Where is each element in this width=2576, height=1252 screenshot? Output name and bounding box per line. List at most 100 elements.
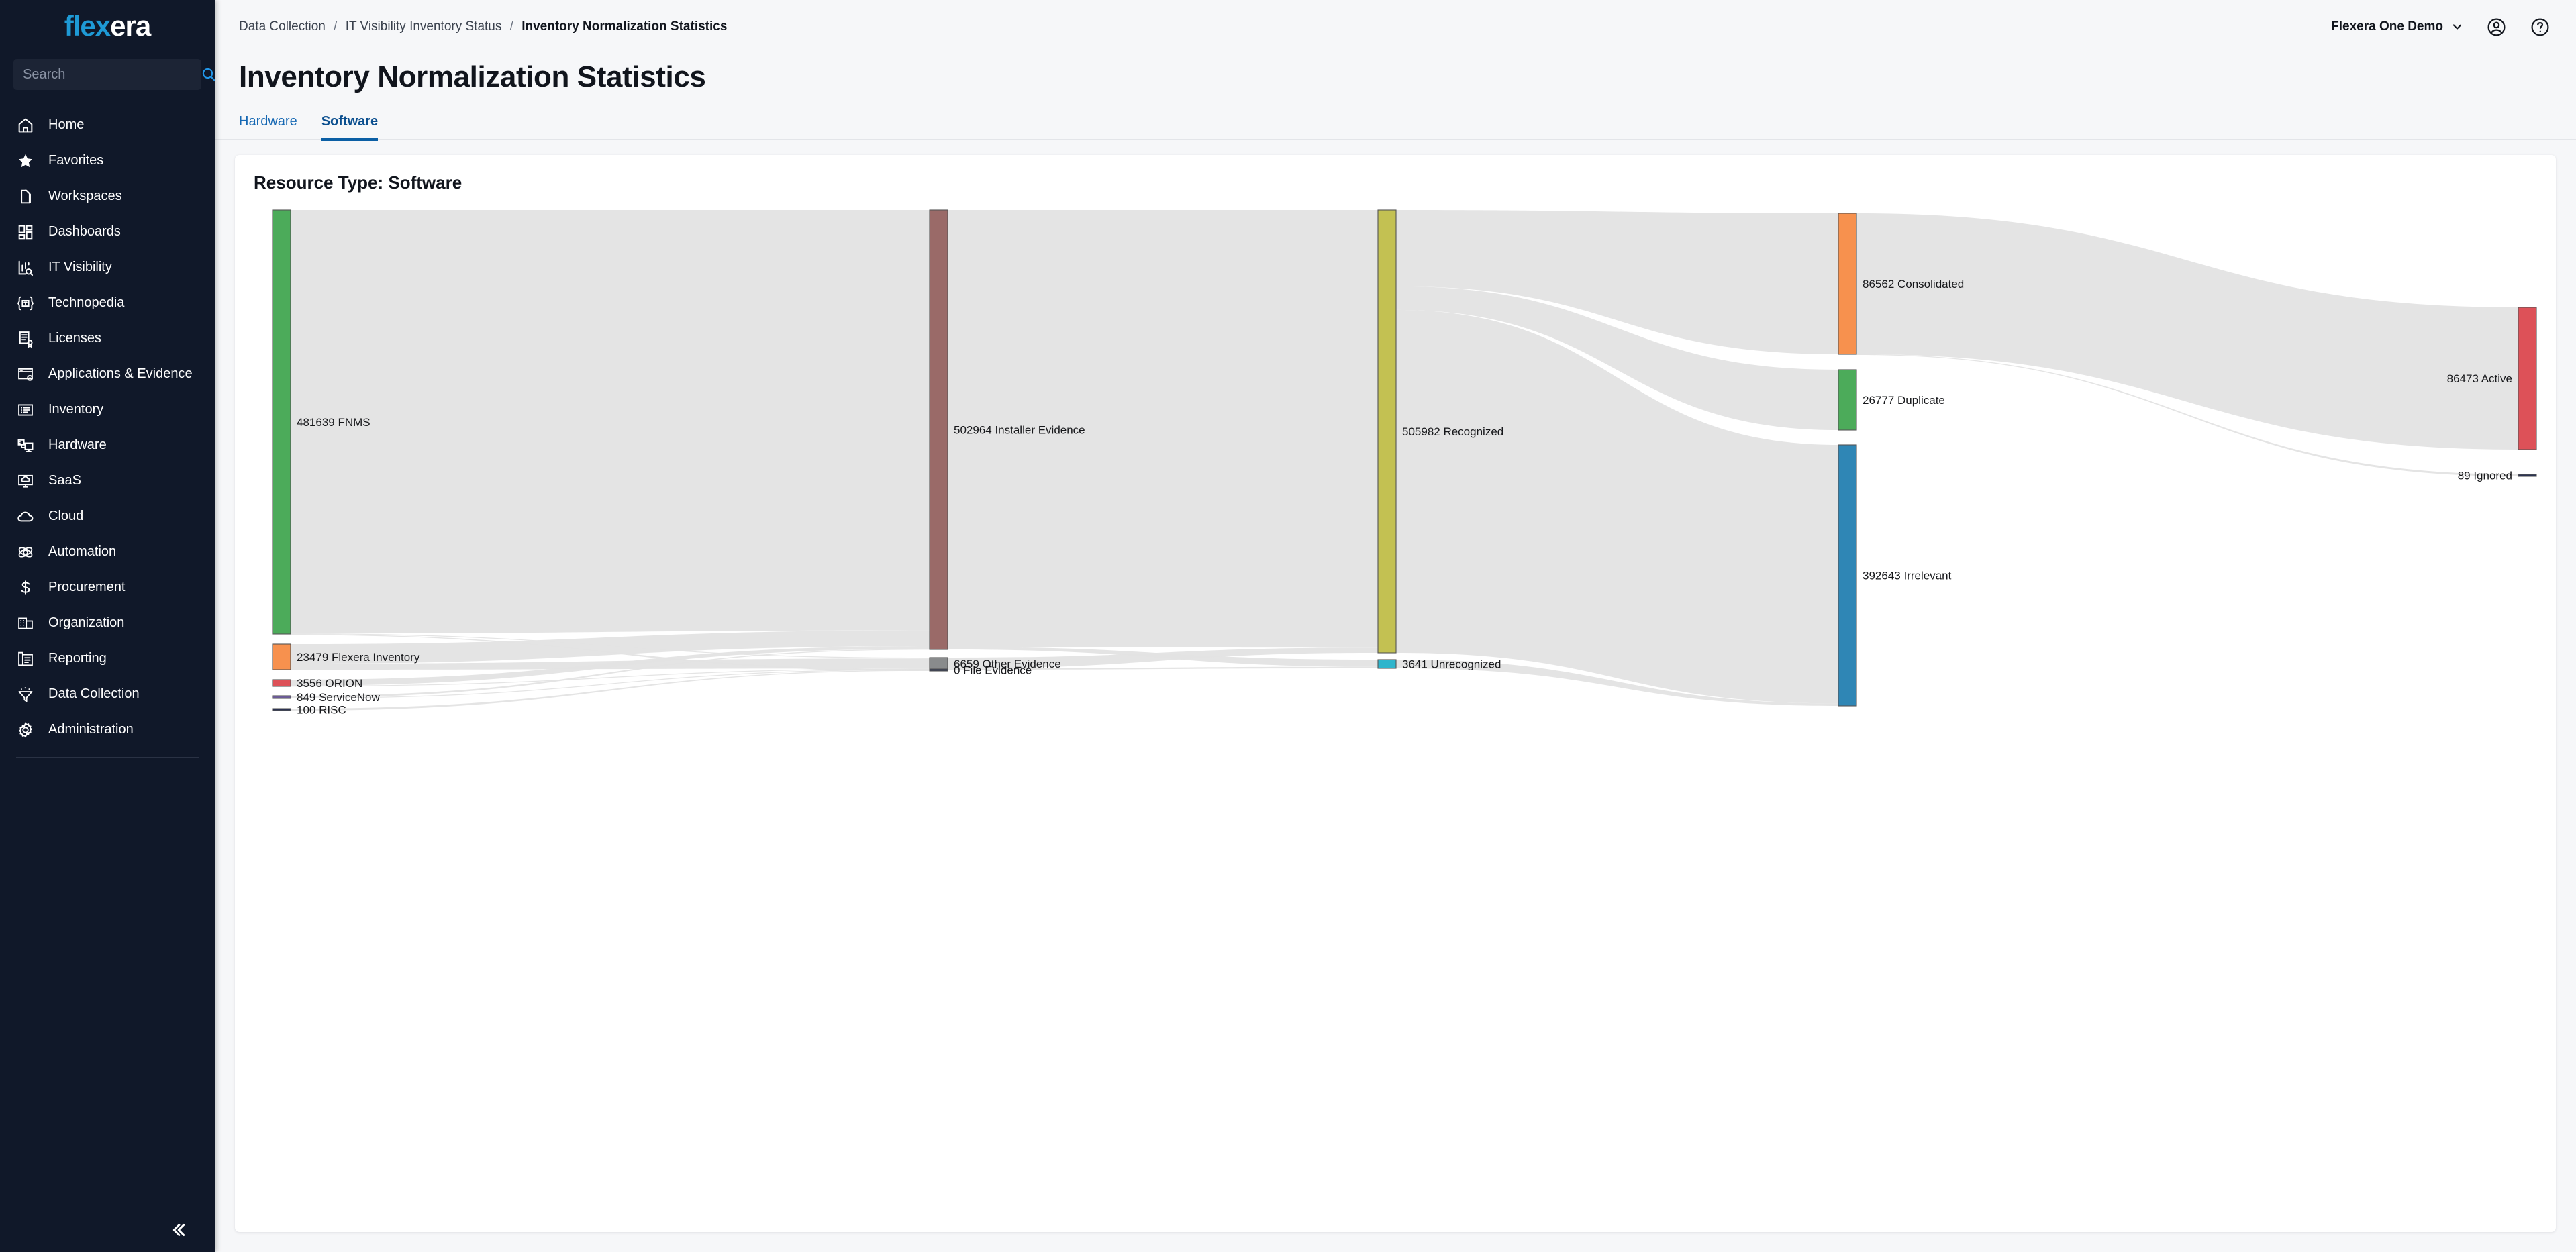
- sidebar-item-it-visibility[interactable]: IT Visibility: [0, 250, 215, 285]
- breadcrumb-item-current: Inventory Normalization Statistics: [522, 19, 728, 34]
- sidebar-item-home[interactable]: Home: [0, 107, 215, 143]
- chart-search-icon: [16, 258, 35, 277]
- gear-icon: [16, 721, 35, 739]
- layers-icon: [16, 187, 35, 206]
- sidebar-item-label: SaaS: [48, 473, 81, 488]
- search-input[interactable]: [23, 66, 201, 83]
- sidebar-item-data-collection[interactable]: Data Collection: [0, 676, 215, 712]
- sidebar-item-label: Cloud: [48, 509, 84, 523]
- sankey-node-label-dup: 26777 Duplicate: [1863, 394, 1945, 407]
- sidebar-item-saas[interactable]: SaaS: [0, 463, 215, 499]
- sankey-node-unrecog[interactable]: [1377, 659, 1397, 669]
- sankey-node-label-installer: 502964 Installer Evidence: [954, 424, 1085, 437]
- brand-part-2: era: [110, 10, 151, 42]
- sidebar-item-reporting[interactable]: Reporting: [0, 641, 215, 676]
- star-icon: [16, 152, 35, 170]
- flexera-logo[interactable]: flexera: [0, 0, 215, 52]
- sidebar-divider: [16, 757, 199, 758]
- sankey-link[interactable]: [291, 210, 930, 634]
- sidebar-item-label: Data Collection: [48, 686, 140, 701]
- double-chevron-left-icon: [168, 1220, 188, 1240]
- sidebar-item-label: Procurement: [48, 580, 126, 594]
- top-bar-right: Flexera One Demo: [2331, 17, 2550, 38]
- sankey-node-dup[interactable]: [1838, 369, 1857, 431]
- sidebar-item-cloud[interactable]: Cloud: [0, 499, 215, 534]
- sidebar-item-label: IT Visibility: [48, 260, 112, 274]
- chevron-down-icon: [2451, 21, 2463, 33]
- list-box-icon: [16, 401, 35, 419]
- sidebar-item-automation[interactable]: Automation: [0, 534, 215, 570]
- sankey-node-orion[interactable]: [272, 679, 291, 687]
- sankey-chart: 481639 FNMS 23479 Flexera Inventory 3556 O…: [235, 198, 2556, 1232]
- sankey-link[interactable]: [291, 670, 930, 711]
- sidebar-item-label: Technopedia: [48, 295, 125, 310]
- top-bar: Data Collection / IT Visibility Inventor…: [215, 0, 2576, 54]
- sidebar-item-hardware[interactable]: Hardware: [0, 427, 215, 463]
- sidebar-item-label: Favorites: [48, 153, 104, 168]
- sankey-node-consol[interactable]: [1838, 213, 1857, 355]
- certificate-icon: [16, 329, 35, 348]
- atom-icon: [16, 543, 35, 562]
- sankey-node-label-file: 0 File Evidence: [954, 664, 1032, 677]
- sankey-node-ignored[interactable]: [2518, 474, 2537, 477]
- sidebar-item-label: Hardware: [48, 437, 107, 452]
- card-area: Resource Type: Software 481639 FNMS 23479…: [215, 140, 2576, 1252]
- sankey-node-installer[interactable]: [929, 209, 948, 650]
- sidebar-item-organization[interactable]: Organization: [0, 605, 215, 641]
- sankey-node-servicenow[interactable]: [272, 695, 291, 699]
- sankey-node-flexinv[interactable]: [272, 643, 291, 670]
- braces-icon: [16, 294, 35, 313]
- sankey-node-active[interactable]: [2518, 307, 2537, 450]
- tab-hardware[interactable]: Hardware: [239, 114, 297, 141]
- sidebar-item-inventory[interactable]: Inventory: [0, 392, 215, 427]
- sankey-node-irrel[interactable]: [1838, 444, 1857, 707]
- sankey-node-label-consol: 86562 Consolidated: [1863, 278, 1964, 291]
- grid-icon: [16, 223, 35, 242]
- sidebar-item-dashboards[interactable]: Dashboards: [0, 214, 215, 250]
- card-title: Resource Type: Software: [254, 172, 462, 193]
- breadcrumb-separator: /: [509, 19, 513, 34]
- account-circle-icon[interactable]: [2486, 17, 2507, 38]
- sankey-link[interactable]: [1856, 213, 2518, 450]
- dollar-icon: [16, 578, 35, 597]
- sidebar-item-label: Licenses: [48, 331, 101, 346]
- search-container: [0, 59, 216, 90]
- main-content: Data Collection / IT Visibility Inventor…: [215, 0, 2576, 1252]
- sidebar-item-label: Dashboards: [48, 224, 121, 239]
- sankey-node-label-irrel: 392643 Irrelevant: [1863, 570, 1952, 582]
- sidebar-item-label: Inventory: [48, 402, 104, 417]
- breadcrumb: Data Collection / IT Visibility Inventor…: [239, 19, 727, 34]
- sidebar-item-favorites[interactable]: Favorites: [0, 143, 215, 178]
- tab-software[interactable]: Software: [321, 114, 379, 141]
- sankey-node-label-ignored: 89 Ignored: [2458, 470, 2512, 482]
- window-app-icon: [16, 365, 35, 384]
- sidebar-item-procurement[interactable]: Procurement: [0, 570, 215, 605]
- breadcrumb-item-2[interactable]: IT Visibility Inventory Status: [346, 19, 502, 34]
- sidebar-collapse-button[interactable]: [0, 1208, 215, 1252]
- sidebar-item-administration[interactable]: Administration: [0, 712, 215, 747]
- sidebar-nav: Home Favorites Workspaces Dashboards IT …: [0, 107, 215, 1208]
- cloud-monitor-icon: [16, 472, 35, 490]
- breadcrumb-item-1[interactable]: Data Collection: [239, 19, 326, 34]
- sidebar-item-applications-evidence[interactable]: Applications & Evidence: [0, 356, 215, 392]
- sankey-node-file[interactable]: [929, 668, 948, 672]
- sidebar: flexera Home Favorites: [0, 0, 216, 1252]
- sidebar-item-licenses[interactable]: Licenses: [0, 321, 215, 356]
- sankey-node-other[interactable]: [929, 657, 948, 670]
- sidebar-item-technopedia[interactable]: Technopedia: [0, 285, 215, 321]
- sankey-card: Resource Type: Software 481639 FNMS 23479…: [235, 155, 2556, 1232]
- sankey-node-label-risc: 100 RISC: [297, 704, 346, 717]
- sidebar-item-label: Home: [48, 117, 85, 132]
- search-icon[interactable]: [201, 66, 217, 83]
- search-box[interactable]: [13, 59, 216, 90]
- sankey-node-fnms[interactable]: [272, 209, 291, 635]
- sankey-node-label-flexinv: 23479 Flexera Inventory: [297, 651, 420, 664]
- sidebar-item-workspaces[interactable]: Workspaces: [0, 178, 215, 214]
- tenant-selector[interactable]: Flexera One Demo: [2331, 19, 2463, 34]
- sankey-node-risc[interactable]: [272, 708, 291, 711]
- building-icon: [16, 614, 35, 633]
- sankey-node-recog[interactable]: [1377, 209, 1397, 654]
- sankey-node-label-fnms: 481639 FNMS: [297, 416, 370, 429]
- sankey-node-label-recog: 505982 Recognized: [1402, 425, 1503, 438]
- help-circle-icon[interactable]: [2530, 17, 2550, 38]
